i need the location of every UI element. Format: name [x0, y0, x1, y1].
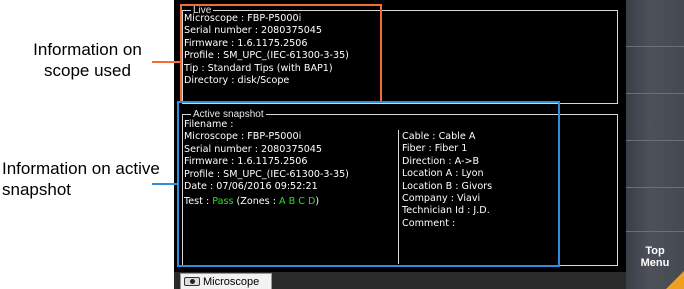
snapshot-connector-line — [152, 183, 177, 185]
top-menu-label: Top Menu — [626, 245, 684, 269]
snapshot-highlight-box — [177, 101, 560, 267]
side-menu-button-2[interactable] — [626, 47, 684, 94]
callout-snapshot-info: Information on active snapshot — [2, 159, 160, 199]
side-menu: Top Menu — [626, 0, 684, 289]
tab-microscope[interactable]: Microscope — [180, 273, 272, 289]
side-menu-button-4[interactable] — [626, 141, 684, 188]
side-menu-button-3[interactable] — [626, 94, 684, 141]
top-menu-line2: Menu — [640, 257, 670, 269]
side-menu-button-1[interactable] — [626, 0, 684, 47]
live-highlight-box — [180, 4, 382, 103]
microscope-icon — [184, 277, 200, 286]
top-menu-line1: Top — [645, 245, 665, 257]
callout-scope-info: Information on scope used — [33, 40, 142, 80]
side-menu-button-5[interactable] — [626, 188, 684, 232]
top-menu-button[interactable]: Top Menu — [626, 232, 684, 289]
live-connector-line — [152, 61, 180, 63]
tab-microscope-label: Microscope — [203, 275, 260, 288]
corner-accent — [666, 271, 684, 289]
status-bar: Microscope — [174, 272, 626, 289]
